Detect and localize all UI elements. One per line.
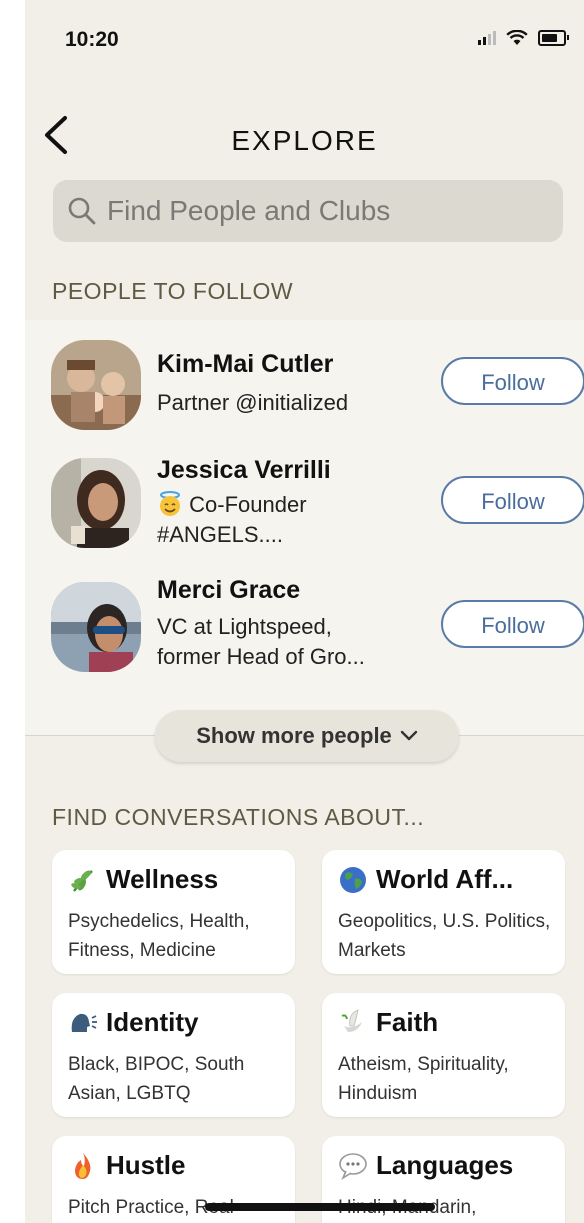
speaking-head-icon: [71, 1013, 97, 1032]
person-bio: Partner @initialized: [157, 390, 349, 415]
person-bio: Co-Founder #ANGELS....: [157, 490, 397, 550]
topic-description: Geopolitics, U.S. Politics, Markets: [338, 911, 551, 961]
chevron-down-icon: [400, 730, 417, 741]
topic-title: World Aff...: [376, 864, 514, 894]
smiling-halo-emoji-icon: [157, 491, 183, 517]
topic-title: Faith: [376, 1007, 439, 1037]
globe-icon: [340, 866, 366, 893]
topic-title: Wellness: [106, 864, 219, 894]
person-bio-line2: former Head of Gro...: [157, 644, 365, 669]
topic-card-identity[interactable]: Identity Black, BIPOC, South Asian, LGBT…: [52, 993, 295, 1117]
search-bar[interactable]: [53, 180, 563, 242]
avatar[interactable]: [51, 582, 141, 672]
person-bio-line1: Co-Founder: [189, 492, 307, 517]
show-more-people-button[interactable]: Show more people: [155, 710, 459, 762]
person-name[interactable]: Merci Grace: [157, 576, 300, 605]
search-icon: [68, 197, 96, 225]
person-bio-line1: VC at Lightspeed,: [157, 614, 332, 639]
topic-title: Languages: [376, 1150, 514, 1180]
person-name[interactable]: Jessica Verrilli: [157, 456, 331, 485]
topic-description: Black, BIPOC, South Asian, LGBTQ: [68, 1054, 245, 1104]
person-name[interactable]: Kim-Mai Cutler: [157, 350, 333, 379]
people-list: Kim-Mai Cutler Partner @initialized Foll…: [25, 320, 584, 736]
speech-bubble-icon: [339, 1152, 367, 1180]
status-bar: 10:20: [25, 0, 584, 80]
search-input[interactable]: [105, 194, 549, 228]
topic-description: Psychedelics, Health, Fitness, Medicine: [68, 911, 250, 961]
page-title: EXPLORE: [231, 125, 378, 156]
status-icons: [478, 30, 569, 46]
follow-button[interactable]: Follow: [441, 357, 584, 405]
avatar[interactable]: [51, 340, 141, 430]
battery-icon: [538, 30, 569, 46]
topic-card-wellness[interactable]: Wellness Psychedelics, Health, Fitness, …: [52, 850, 295, 974]
person-bio: VC at Lightspeed, former Head of Gro...: [157, 612, 397, 672]
show-more-label: Show more people: [196, 723, 392, 748]
person-bio-line2: #ANGELS....: [157, 522, 283, 547]
follow-button[interactable]: Follow: [441, 476, 584, 524]
dove-icon: [341, 1008, 362, 1032]
topic-title: Identity: [106, 1007, 199, 1037]
topic-card-world-affairs[interactable]: World Aff... Geopolitics, U.S. Politics,…: [322, 850, 565, 974]
app-screen: 10:20 EXPLORE PEOPLE TO FOLLOW: [25, 0, 584, 1223]
status-time: 10:20: [65, 28, 119, 51]
topic-card-faith[interactable]: Faith Atheism, Spirituality, Hinduism: [322, 993, 565, 1117]
avatar[interactable]: [51, 458, 141, 548]
follow-button[interactable]: Follow: [441, 600, 584, 648]
topic-title: Hustle: [106, 1150, 186, 1180]
fire-icon: [75, 1152, 91, 1179]
topic-description: Atheism, Spirituality, Hinduism: [338, 1054, 509, 1104]
topics-section-label: FIND CONVERSATIONS ABOUT...: [52, 804, 425, 830]
herb-icon: [71, 869, 93, 892]
wifi-icon: [506, 30, 528, 45]
people-section-label: PEOPLE TO FOLLOW: [52, 278, 294, 304]
home-indicator[interactable]: [205, 1203, 435, 1211]
signal-icon: [478, 31, 496, 45]
